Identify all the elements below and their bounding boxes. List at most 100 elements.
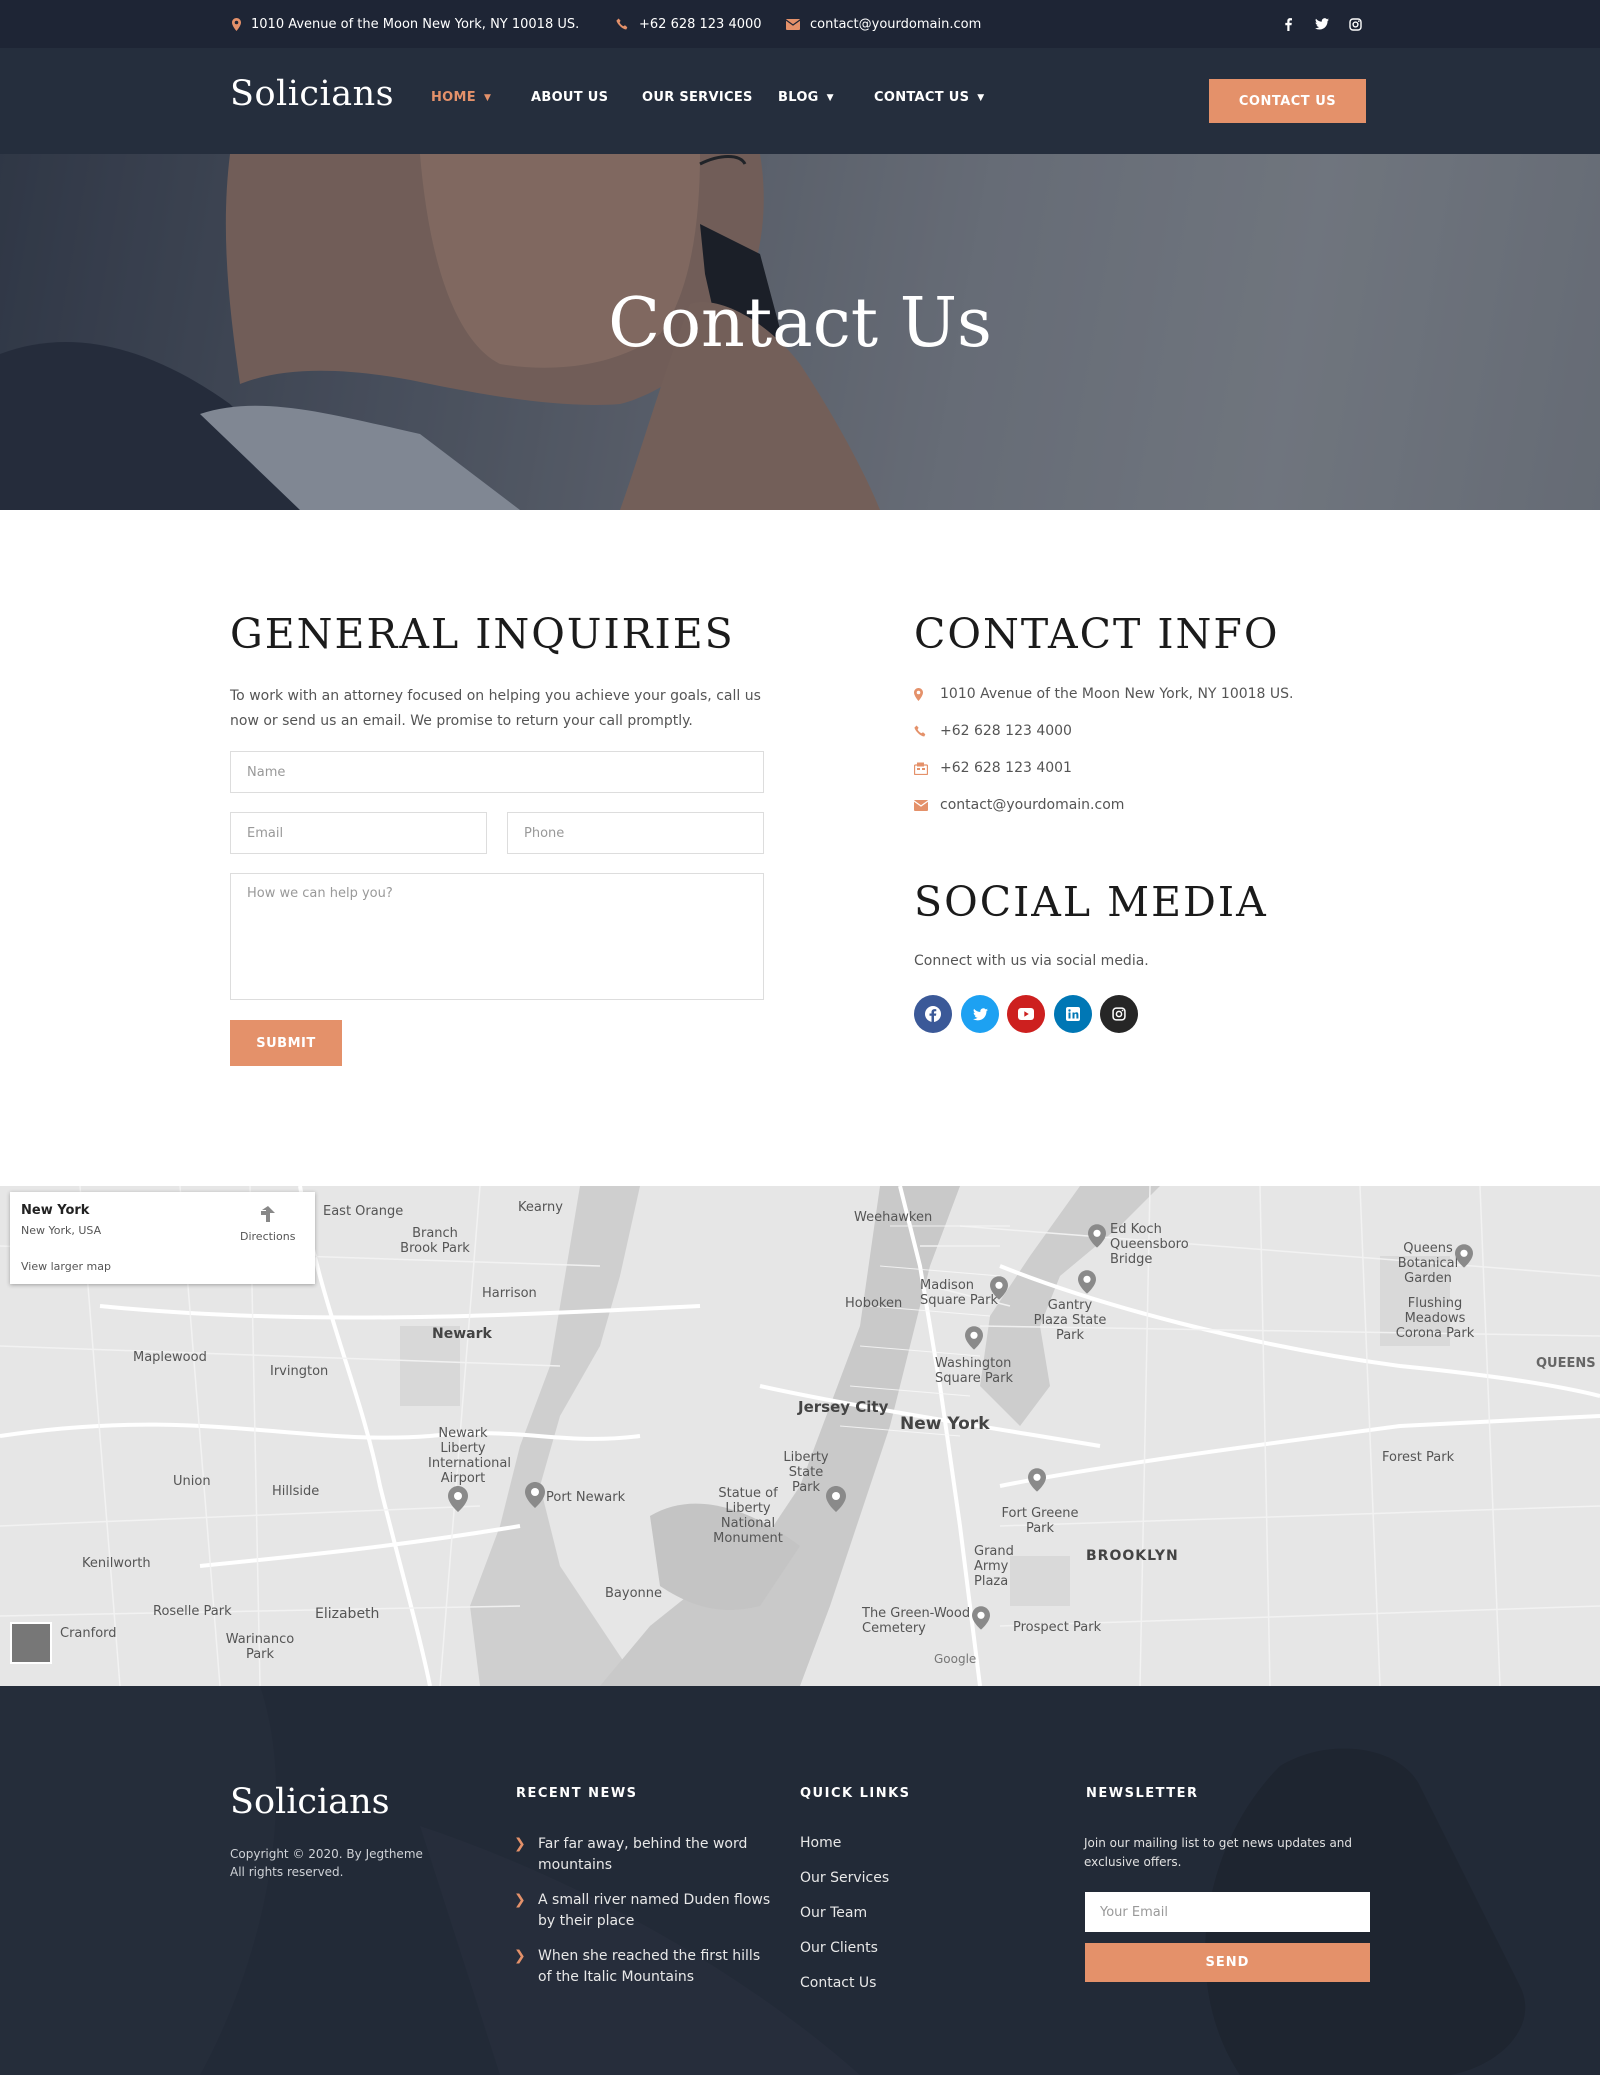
footer-link-team[interactable]: Our Team <box>800 1905 867 1921</box>
submit-button[interactable]: SUBMIT <box>230 1020 342 1066</box>
map-label-warinanco: Warinanco Park <box>225 1632 295 1662</box>
linkedin-icon[interactable] <box>1054 995 1092 1033</box>
nav-blog[interactable]: BLOG ▼ <box>778 90 834 105</box>
main-header: Solicians HOME ▼ ABOUT US OUR SERVICES BL… <box>0 48 1600 154</box>
directions-link[interactable]: Directions <box>240 1230 295 1243</box>
footer-logo[interactable]: Solicians <box>230 1782 390 1822</box>
hero-banner: Contact Us <box>0 154 1600 510</box>
quick-links-heading: QUICK LINKS <box>800 1786 911 1801</box>
map-label-roselle-park: Roselle Park <box>153 1604 232 1619</box>
nav-home[interactable]: HOME ▼ <box>431 90 491 105</box>
map-label-hoboken: Hoboken <box>845 1296 903 1311</box>
map-info-card: New York New York, USA View larger map D… <box>10 1192 315 1284</box>
topbar-email[interactable]: contact@yourdomain.com <box>786 0 981 48</box>
map-label-jersey-city: Jersey City <box>798 1398 889 1416</box>
news-item-text: Far far away, behind the word mountains <box>538 1836 748 1873</box>
nav-contact[interactable]: CONTACT US ▼ <box>874 90 984 105</box>
map-label-forest-park: Forest Park <box>1382 1450 1455 1465</box>
map-pin-icon <box>990 1276 1008 1304</box>
contact-us-button[interactable]: CONTACT US <box>1209 79 1366 123</box>
map-card-subtitle: New York, USA <box>21 1224 102 1237</box>
top-info-bar: 1010 Avenue of the Moon New York, NY 100… <box>0 0 1600 48</box>
news-item[interactable]: ❯ Far far away, behind the word mountain… <box>514 1834 774 1876</box>
map-label-bayonne: Bayonne <box>605 1586 663 1601</box>
chevron-down-icon: ▼ <box>483 92 492 103</box>
phone-icon <box>914 725 940 738</box>
map-label-harrison: Harrison <box>482 1286 537 1301</box>
footer-link-contact[interactable]: Contact Us <box>800 1975 876 1991</box>
topbar-phone[interactable]: +62 628 123 4000 <box>616 0 762 48</box>
map-label-branch-brook: Branch Brook Park <box>400 1226 470 1256</box>
map-label-maplewood: Maplewood <box>133 1350 207 1365</box>
message-textarea[interactable]: How we can help you? <box>230 873 764 1000</box>
footer-rights: All rights reserved. <box>230 1865 344 1879</box>
instagram-icon[interactable] <box>1345 14 1365 34</box>
nav-contact-label: CONTACT US <box>874 90 970 105</box>
chevron-right-icon: ❯ <box>514 1948 526 1964</box>
map-pin-icon <box>1455 1244 1473 1272</box>
chevron-down-icon: ▼ <box>977 92 985 103</box>
map-satellite-toggle[interactable] <box>10 1622 52 1664</box>
footer-link-clients[interactable]: Our Clients <box>800 1940 878 1956</box>
map-label-elizabeth: Elizabeth <box>315 1606 380 1622</box>
map-label-east-orange: East Orange <box>323 1204 404 1219</box>
facebook-icon[interactable] <box>914 995 952 1033</box>
news-item[interactable]: ❯ A small river named Duden flows by the… <box>514 1890 774 1932</box>
newsletter-send-button[interactable]: SEND <box>1085 1943 1370 1982</box>
envelope-icon <box>914 799 940 811</box>
map-label-port-newark: Port Newark <box>546 1490 626 1505</box>
fax-icon <box>914 762 940 775</box>
envelope-icon <box>786 18 800 30</box>
nav-about[interactable]: ABOUT US <box>531 90 608 105</box>
footer-link-services[interactable]: Our Services <box>800 1870 889 1886</box>
site-logo[interactable]: Solicians <box>230 74 394 114</box>
name-field[interactable]: Name <box>230 751 764 793</box>
youtube-icon[interactable] <box>1007 995 1045 1033</box>
newsletter-text: Join our mailing list to get news update… <box>1084 1836 1353 1869</box>
news-item[interactable]: ❯ When she reached the first hills of th… <box>514 1946 774 1988</box>
inquiries-intro: To work with an attorney focused on help… <box>230 688 761 729</box>
map-label-kearny: Kearny <box>518 1200 563 1215</box>
map-label-green-wood: The Green-Wood Cemetery <box>862 1606 971 1636</box>
map-label-kenilworth: Kenilworth <box>82 1556 151 1571</box>
news-item-text: A small river named Duden flows by their… <box>538 1892 771 1929</box>
instagram-icon[interactable] <box>1100 995 1138 1033</box>
email-field[interactable]: Email <box>230 812 487 854</box>
map-pin-icon <box>1078 1270 1096 1298</box>
map-label-airport: Newark Liberty International Airport <box>428 1426 511 1486</box>
map-label-queens: QUEENS <box>1536 1356 1596 1371</box>
twitter-icon[interactable] <box>961 995 999 1033</box>
map-pin-icon <box>826 1486 846 1516</box>
airport-pin-icon <box>448 1486 468 1516</box>
phone-field[interactable]: Phone <box>507 812 764 854</box>
nav-services[interactable]: OUR SERVICES <box>642 90 753 105</box>
map-label-gantry: Gantry Plaza State Park <box>1033 1298 1107 1343</box>
map-pin-icon <box>972 1606 990 1634</box>
view-larger-map-link[interactable]: View larger map <box>21 1260 111 1273</box>
topbar-email-text: contact@yourdomain.com <box>810 16 982 32</box>
directions-icon[interactable] <box>258 1204 278 1228</box>
contact-phone-text: +62 628 123 4000 <box>940 723 1072 739</box>
map-label-washington: Washington Square Park <box>935 1356 1013 1386</box>
map-pin-icon <box>965 1326 983 1354</box>
map-label-cranford: Cranford <box>60 1626 117 1641</box>
map-pin-icon <box>1028 1468 1046 1496</box>
contact-fax: +62 628 123 4001 <box>914 760 1072 776</box>
google-map[interactable]: New York New York, USA View larger map D… <box>0 1186 1600 1686</box>
map-label-army-plaza: Grand Army Plaza <box>974 1544 1014 1589</box>
recent-news-heading: RECENT NEWS <box>516 1786 638 1801</box>
contact-email[interactable]: contact@yourdomain.com <box>914 797 1124 813</box>
footer-copyright: Copyright © 2020. By Jegtheme <box>230 1847 423 1861</box>
map-label-queensboro: Ed Koch Queensboro Bridge <box>1110 1222 1189 1267</box>
newsletter-email-input[interactable]: Your Email <box>1085 1892 1370 1932</box>
contact-phone[interactable]: +62 628 123 4000 <box>914 723 1072 739</box>
map-label-prospect-park: Prospect Park <box>1013 1620 1102 1635</box>
footer-link-home[interactable]: Home <box>800 1835 841 1851</box>
map-label-newark: Newark <box>432 1326 492 1342</box>
topbar-address: 1010 Avenue of the Moon New York, NY 100… <box>232 0 579 48</box>
facebook-icon[interactable] <box>1278 14 1298 34</box>
twitter-icon[interactable] <box>1312 14 1332 34</box>
map-card-title: New York <box>21 1203 90 1218</box>
chevron-right-icon: ❯ <box>514 1836 526 1852</box>
contact-address: 1010 Avenue of the Moon New York, NY 100… <box>914 686 1294 702</box>
